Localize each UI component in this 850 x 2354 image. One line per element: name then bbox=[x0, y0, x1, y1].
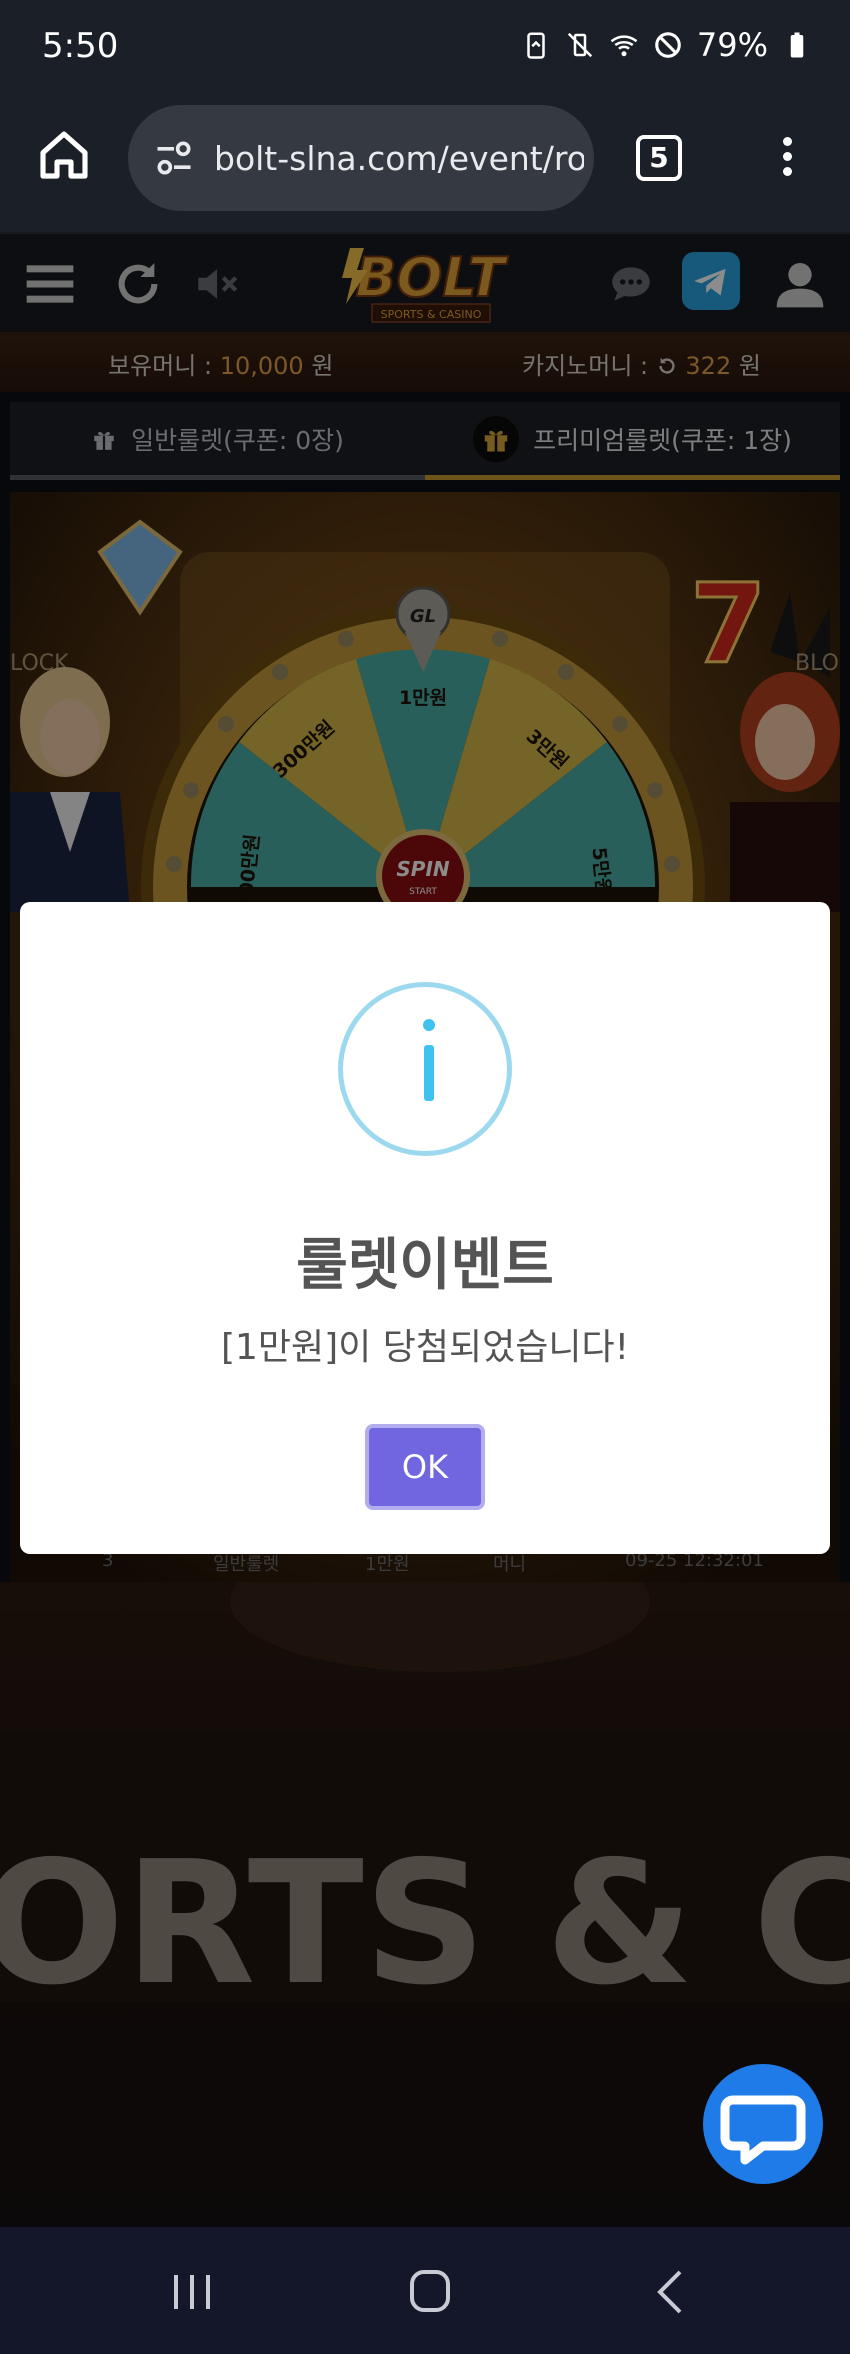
tab-switcher-button[interactable]: 5 bbox=[636, 135, 682, 181]
address-bar[interactable]: bolt-slna.com/event/rou bbox=[128, 105, 594, 211]
ok-button[interactable]: OK bbox=[365, 1424, 485, 1510]
system-nav-bar bbox=[0, 2227, 850, 2354]
status-time: 5:50 bbox=[42, 26, 119, 66]
home-icon[interactable] bbox=[36, 127, 92, 183]
more-menu-icon[interactable] bbox=[772, 131, 802, 191]
wifi-icon bbox=[610, 35, 638, 57]
result-dialog: 룰렛이벤트 [1만원]이 당첨되었습니다! OK bbox=[20, 902, 830, 1554]
battery-icon bbox=[790, 32, 804, 58]
status-icons: 79% bbox=[521, 26, 812, 64]
recent-apps-icon[interactable] bbox=[162, 2267, 222, 2317]
do-not-disturb-icon bbox=[655, 32, 681, 58]
status-bar: 5:50 79% bbox=[0, 0, 850, 95]
home-nav-icon[interactable] bbox=[400, 2267, 460, 2317]
battery-saver-icon bbox=[527, 32, 545, 59]
dialog-title: 룰렛이벤트 bbox=[296, 1233, 554, 1298]
back-icon[interactable] bbox=[640, 2267, 700, 2317]
chat-icon bbox=[720, 2095, 806, 2165]
battery-percent: 79% bbox=[696, 26, 768, 64]
url-text[interactable]: bolt-slna.com/event/rou bbox=[214, 139, 584, 178]
info-icon bbox=[338, 982, 512, 1156]
site-settings-icon[interactable] bbox=[152, 136, 196, 180]
live-chat-button[interactable] bbox=[703, 2064, 823, 2184]
page: 5:50 79% bolt-slna.com/event/rou 5 BOLT … bbox=[0, 0, 850, 2354]
dialog-message: [1만원]이 당첨되었습니다! bbox=[220, 1327, 630, 1368]
vibrate-mute-icon bbox=[567, 32, 593, 58]
browser-toolbar: bolt-slna.com/event/rou 5 bbox=[0, 95, 850, 232]
